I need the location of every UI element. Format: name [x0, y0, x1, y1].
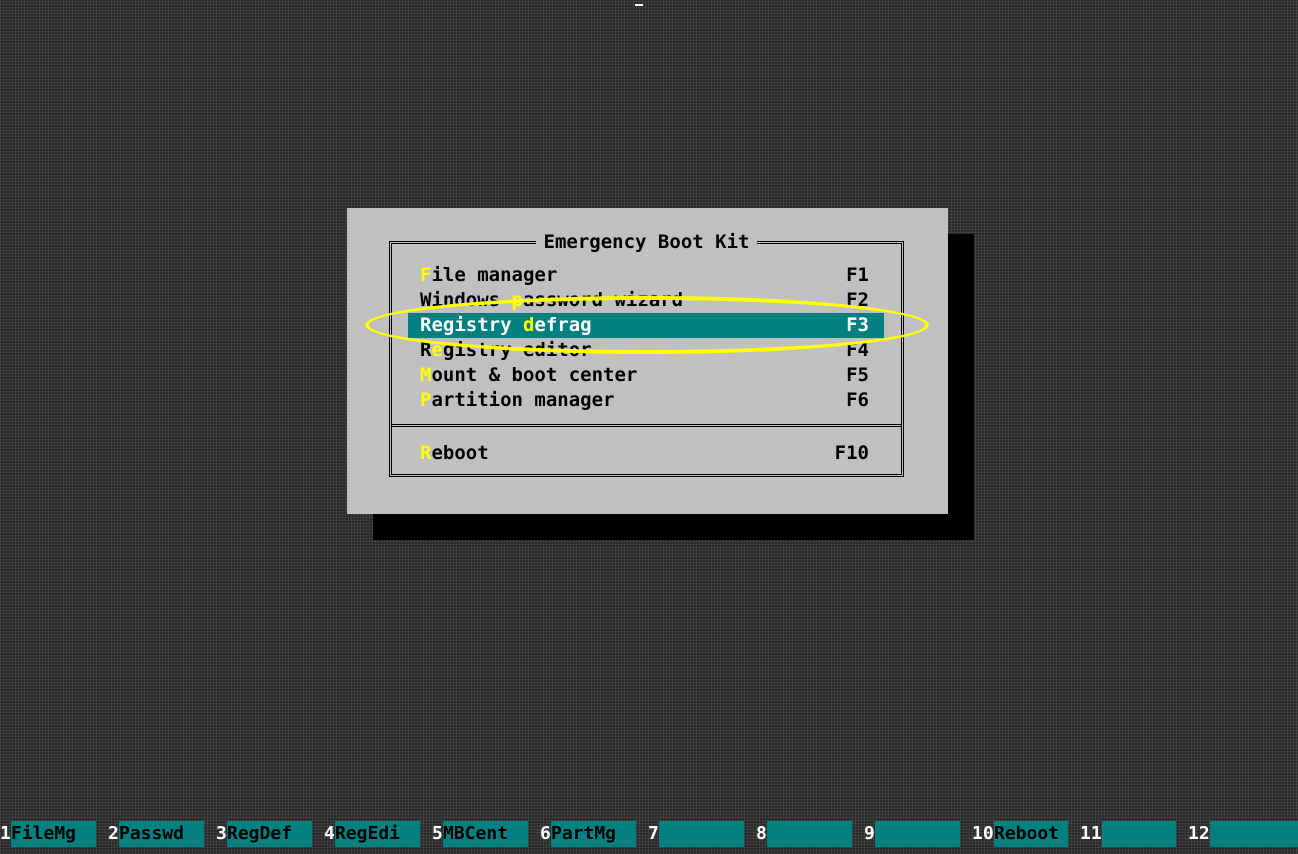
menu-divider: [392, 424, 901, 427]
hotkey-letter: F: [420, 264, 432, 286]
fkey-4-regedi[interactable]: 4 RegEdi: [324, 821, 432, 847]
shortcut-key: F3: [846, 314, 869, 336]
menu-item-windows-password-wizard[interactable]: Windows password wizard F2: [408, 288, 884, 313]
fkey-1-filemg[interactable]: 1 FileMg: [0, 821, 108, 847]
menu-item-file-manager[interactable]: File manager F1: [408, 263, 884, 288]
menu-item-registry-defrag[interactable]: Registry defrag F3: [408, 313, 884, 338]
menu-item-registry-editor[interactable]: Registry editor F4: [408, 338, 884, 363]
fkey-3-regdef[interactable]: 3 RegDef: [216, 821, 324, 847]
shortcut-key: F2: [846, 289, 869, 311]
hotkey-letter: e: [431, 339, 443, 361]
fkey-12[interactable]: 12: [1188, 821, 1298, 847]
fkey-7[interactable]: 7: [648, 821, 756, 847]
shortcut-key: F6: [846, 389, 869, 411]
dialog-title: Emergency Boot Kit: [392, 230, 901, 254]
menu-frame: Emergency Boot Kit File manager F1 Window…: [389, 231, 904, 477]
function-key-bar: 1 FileMg 2 Passwd 3 RegDef 4 RegEdi 5 MBCent …: [0, 821, 1298, 847]
menu-item-partition-manager[interactable]: Partition manager F6: [408, 388, 884, 413]
emergency-boot-kit-dialog: Emergency Boot Kit File manager F1 Window…: [347, 208, 948, 514]
fkey-5-mbcent[interactable]: 5 MBCent: [432, 821, 540, 847]
hotkey-letter: d: [522, 314, 535, 336]
fkey-10-reboot[interactable]: 10 Reboot: [972, 821, 1080, 847]
hotkey-letter: P: [420, 389, 432, 411]
hotkey-letter: M: [420, 364, 432, 386]
text-cursor-mark: [635, 0, 643, 6]
fkey-6-partmg[interactable]: 6 PartMg: [540, 821, 648, 847]
hotkey-letter: R: [420, 442, 432, 464]
shortcut-key: F4: [846, 339, 869, 361]
menu-item-mount-boot-center[interactable]: Mount & boot center F5: [408, 363, 884, 388]
fkey-8[interactable]: 8: [756, 821, 864, 847]
fkey-2-passwd[interactable]: 2 Passwd: [108, 821, 216, 847]
shortcut-key: F1: [846, 264, 869, 286]
hotkey-letter: p: [511, 289, 523, 311]
fkey-9[interactable]: 9: [864, 821, 972, 847]
menu-item-reboot[interactable]: Reboot F10: [408, 441, 884, 466]
shortcut-key: F10: [834, 442, 869, 464]
fkey-11[interactable]: 11: [1080, 821, 1188, 847]
shortcut-key: F5: [846, 364, 869, 386]
